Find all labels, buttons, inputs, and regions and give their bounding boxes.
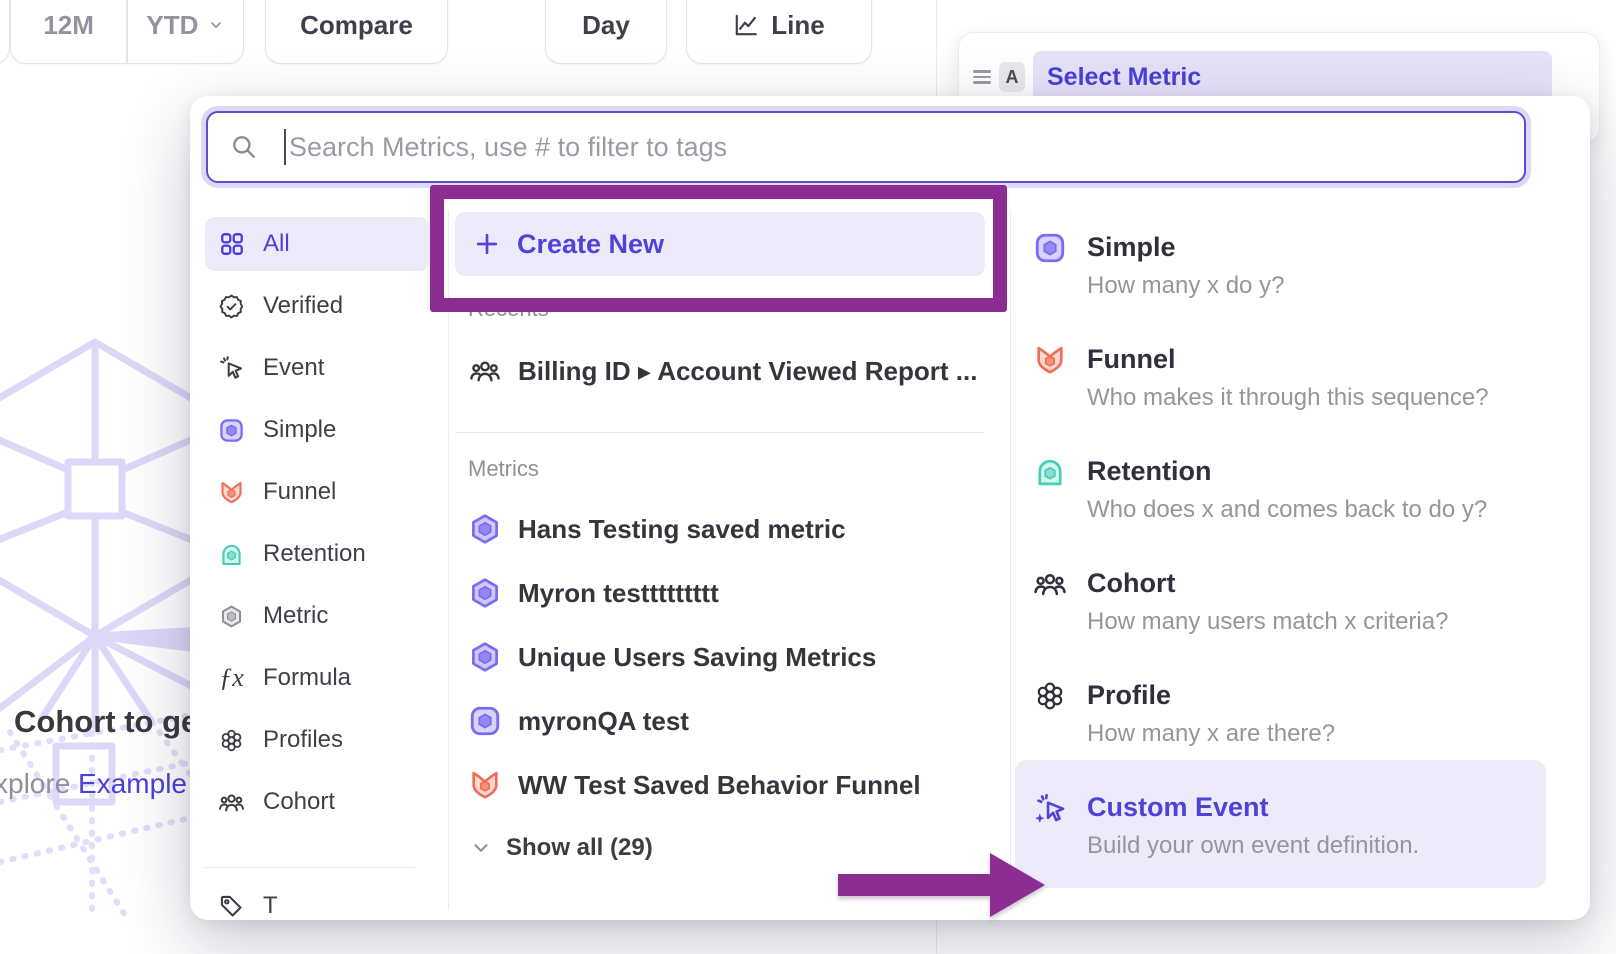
annotation-arrow [830,845,1055,925]
show-all-toggle[interactable]: Show all (29) [470,834,653,862]
metric-hexagon-icon [468,512,502,546]
funnel-icon [1033,343,1067,377]
custom-event-cursor-icon [1033,791,1067,825]
metric-picker-screen: Cohort to ge xplore Example 12M YTD Comp… [0,0,1616,954]
grid-icon [218,231,245,258]
time-range-12m-button[interactable]: 12M [11,0,126,63]
cohort-people-icon [468,354,502,388]
series-a-badge: A [999,62,1025,92]
sidebar-item-profiles[interactable]: Profiles [205,713,430,767]
metric-item-myronqa-test[interactable]: myronQA test [468,704,689,738]
metric-type-profile[interactable]: Profile How many x are there? [1033,679,1335,748]
metric-hexagon-icon [468,576,502,610]
metric-item-unique-users[interactable]: Unique Users Saving Metrics [468,640,876,674]
metric-hexagon-icon [468,640,502,674]
drag-handle-icon[interactable] [973,67,991,87]
profiles-flower-icon [218,727,245,754]
metrics-heading: Metrics [468,456,539,482]
tag-icon [218,893,245,920]
metric-item-ww-test-funnel[interactable]: WW Test Saved Behavior Funnel [468,768,921,802]
filter-sidebar: All Verified Event Simple [205,217,430,920]
profiles-flower-icon [1033,679,1067,713]
chevron-down-icon [470,837,492,859]
background-explore-line: xplore Example [0,768,187,800]
sidebar-item-formula[interactable]: ƒx Formula [205,651,430,705]
cohort-people-icon [1033,567,1067,601]
time-range-group: 12M YTD [10,0,244,64]
text-cursor [284,129,286,165]
sidebar-item-retention[interactable]: Retention [205,527,430,581]
annotation-highlight-box [430,185,1007,312]
recents-metrics-divider [455,432,985,433]
metric-type-retention[interactable]: Retention Who does x and comes back to d… [1033,455,1487,524]
types-divider [1010,210,1011,910]
funnel-icon [218,479,245,506]
metric-type-custom-event[interactable]: Custom Event Build your own event defini… [1033,791,1419,860]
explore-text-fragment: xplore [0,768,78,799]
sidebar-divider [448,210,449,910]
metric-hexagon-icon [218,603,245,630]
sidebar-item-simple[interactable]: Simple [205,403,430,457]
sidebar-item-all[interactable]: All [205,217,430,271]
formula-fx-icon: ƒx [218,665,245,692]
search-box [206,111,1526,183]
chevron-down-icon [208,0,224,33]
event-cursor-icon [218,355,245,382]
background-headline-fragment: Cohort to ge [14,704,198,740]
metric-item-hans-testing[interactable]: Hans Testing saved metric [468,512,846,546]
funnel-icon [468,768,502,802]
sidebar-item-cohort[interactable]: Cohort [205,775,430,829]
metric-type-simple[interactable]: Simple How many x do y? [1033,231,1284,300]
verified-badge-icon [218,293,245,320]
search-input[interactable] [289,132,1524,163]
time-range-ytd-button[interactable]: YTD [128,0,243,63]
sidebar-item-funnel[interactable]: Funnel [205,465,430,519]
example-boards-link[interactable]: Example [78,768,187,799]
toolbar-pill-fragment[interactable] [0,0,10,64]
simple-icon [1033,231,1067,265]
recent-item-billing-id[interactable]: Billing ID ▸ Account Viewed Report ... [468,354,977,388]
metric-type-cohort[interactable]: Cohort How many users match x criteria? [1033,567,1448,636]
search-icon [230,133,258,161]
retention-icon [218,541,245,568]
simple-icon [218,417,245,444]
sidebar-item-event[interactable]: Event [205,341,430,395]
sidebar-bottom-divider [205,867,415,868]
chart-type-line-button[interactable]: Line [686,0,872,64]
simple-icon [468,704,502,738]
retention-icon [1033,455,1067,489]
metric-type-funnel[interactable]: Funnel Who makes it through this sequenc… [1033,343,1489,412]
sidebar-item-clipped[interactable]: T [205,892,430,920]
compare-button[interactable]: Compare [265,0,448,64]
metric-item-myron-test[interactable]: Myron testtttttttt [468,576,719,610]
granularity-day-button[interactable]: Day [545,0,667,64]
cohort-people-icon [218,789,245,816]
sidebar-item-verified[interactable]: Verified [205,279,430,333]
line-chart-icon [733,0,759,38]
sidebar-item-metric[interactable]: Metric [205,589,430,643]
